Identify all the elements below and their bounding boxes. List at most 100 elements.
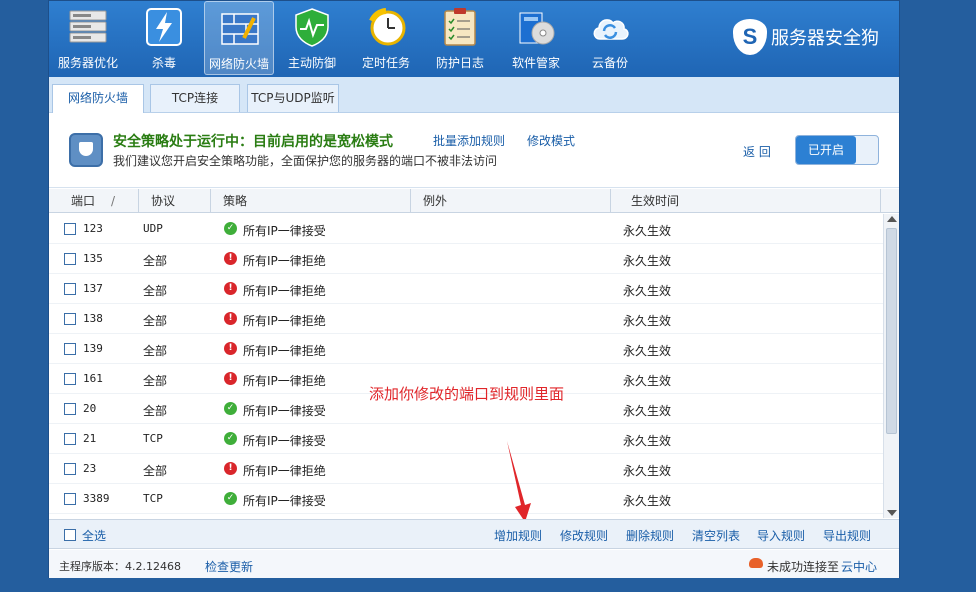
table-row[interactable]: 139 全部! 所有IP一律拒绝 永久生效 bbox=[49, 334, 883, 364]
active-defense-icon bbox=[295, 8, 329, 47]
toolbar-cloud-backup[interactable]: 云备份 bbox=[575, 1, 645, 75]
firewall-toggle[interactable]: 已开启 bbox=[795, 135, 879, 165]
row-checkbox[interactable] bbox=[64, 493, 76, 505]
row-policy: 所有IP一律拒绝 bbox=[243, 314, 326, 328]
toolbar-antivirus[interactable]: 杀毒 bbox=[129, 1, 199, 75]
row-checkbox[interactable] bbox=[64, 463, 76, 475]
tab-firewall[interactable]: 网络防火墙 bbox=[52, 84, 144, 113]
row-protocol: 全部 bbox=[143, 344, 168, 358]
row-protocol: TCP bbox=[143, 432, 163, 445]
row-protocol: 全部 bbox=[143, 254, 168, 268]
connection-status: 未成功连接至 bbox=[767, 560, 840, 574]
deny-alert-icon: ! bbox=[224, 342, 237, 355]
batch-add-rules-link[interactable]: 批量添加规则 bbox=[433, 132, 505, 149]
deny-alert-icon: ! bbox=[224, 462, 237, 475]
export-rules-button[interactable]: 导出规则 bbox=[823, 527, 871, 544]
check-update-link[interactable]: 检查更新 bbox=[205, 558, 253, 575]
row-checkbox[interactable] bbox=[64, 283, 76, 295]
row-checkbox[interactable] bbox=[64, 403, 76, 415]
clear-list-button[interactable]: 清空列表 bbox=[692, 527, 740, 544]
policy-status-desc: 我们建议您开启安全策略功能，全面保护您的服务器的端口不被非法访问 bbox=[113, 154, 498, 168]
scroll-thumb[interactable] bbox=[886, 228, 897, 434]
toggle-on-label: 已开启 bbox=[796, 136, 856, 164]
select-all-label[interactable]: 全选 bbox=[82, 527, 106, 544]
row-port: 138 bbox=[83, 312, 103, 325]
row-effective-time: 永久生效 bbox=[623, 404, 672, 418]
server-optimize-icon bbox=[69, 10, 107, 43]
row-checkbox[interactable] bbox=[64, 253, 76, 265]
tab-bar: 网络防火墙 TCP连接 TCP与UDP监听 bbox=[49, 77, 899, 113]
toolbar-server-optimize[interactable]: 服务器优化 bbox=[53, 1, 123, 75]
toolbar-firewall[interactable]: 网络防火墙 bbox=[204, 1, 274, 75]
add-rule-button[interactable]: 增加规则 bbox=[494, 527, 542, 544]
table-row[interactable]: 123 UDP ✓ 所有IP一律接受 永久生效 bbox=[49, 214, 883, 244]
row-port: 139 bbox=[83, 342, 103, 355]
safedog-logo-icon: S bbox=[733, 19, 767, 55]
col-port[interactable]: 端口 / bbox=[49, 189, 139, 213]
policy-status-title: 安全策略处于运行中：目前启用的是宽松模式 bbox=[113, 134, 393, 150]
row-effective-time: 永久生效 bbox=[623, 434, 672, 448]
row-policy: 所有IP一律拒绝 bbox=[243, 464, 326, 478]
row-checkbox[interactable] bbox=[64, 343, 76, 355]
toolbar-scheduled-task[interactable]: 定时任务 bbox=[351, 1, 421, 75]
brand-logo: S 服务器安全狗 bbox=[733, 19, 893, 55]
policy-status-panel: 安全策略处于运行中：目前启用的是宽松模式 我们建议您开启安全策略功能，全面保护您… bbox=[49, 113, 899, 188]
tab-tcp-connections[interactable]: TCP连接 bbox=[150, 84, 240, 112]
row-policy: 所有IP一律接受 bbox=[243, 434, 326, 448]
edit-rule-button[interactable]: 修改规则 bbox=[560, 527, 608, 544]
select-all-checkbox[interactable] bbox=[64, 529, 76, 541]
row-port: 23 bbox=[83, 462, 97, 475]
table-row[interactable]: 138 全部! 所有IP一律拒绝 永久生效 bbox=[49, 304, 883, 334]
row-port: 135 bbox=[83, 252, 103, 265]
toolbar-protection-log[interactable]: 防护日志 bbox=[425, 1, 495, 75]
row-checkbox[interactable] bbox=[64, 313, 76, 325]
col-effective-time[interactable]: 生效时间 bbox=[611, 189, 881, 213]
row-effective-time: 永久生效 bbox=[623, 494, 672, 508]
import-rules-button[interactable]: 导入规则 bbox=[757, 527, 805, 544]
vertical-scrollbar[interactable] bbox=[883, 214, 899, 518]
row-policy: 所有IP一律接受 bbox=[243, 404, 326, 418]
table-row[interactable]: 3389 TCP ✓ 所有IP一律接受 永久生效 bbox=[49, 484, 883, 514]
software-manager-icon bbox=[519, 12, 555, 45]
row-port: 161 bbox=[83, 372, 103, 385]
tab-tcp-udp-listen[interactable]: TCP与UDP监听 bbox=[247, 84, 339, 112]
col-policy[interactable]: 策略 bbox=[211, 189, 411, 213]
scroll-down-icon[interactable] bbox=[887, 510, 897, 516]
sort-indicator: / bbox=[111, 194, 116, 208]
row-effective-time: 永久生效 bbox=[623, 284, 672, 298]
table-row[interactable]: 23 全部! 所有IP一律拒绝 永久生效 bbox=[49, 454, 883, 484]
delete-rule-button[interactable]: 删除规则 bbox=[626, 527, 674, 544]
scroll-up-icon[interactable] bbox=[887, 216, 897, 222]
row-protocol: 全部 bbox=[143, 314, 168, 328]
edit-mode-link[interactable]: 修改模式 bbox=[527, 132, 575, 149]
row-checkbox[interactable] bbox=[64, 223, 76, 235]
back-link[interactable]: 返 回 bbox=[743, 143, 771, 160]
main-toolbar: 服务器优化 杀毒 网络防火墙 主动防御 定时任务 防护日志 软件管家 云备份 S… bbox=[49, 1, 899, 77]
col-protocol[interactable]: 协议 bbox=[139, 189, 211, 213]
table-row[interactable]: 135 全部! 所有IP一律拒绝 永久生效 bbox=[49, 244, 883, 274]
table-row[interactable]: 21 TCP ✓ 所有IP一律接受 永久生效 bbox=[49, 424, 883, 454]
annotation-arrow-icon bbox=[507, 441, 531, 522]
row-protocol: 全部 bbox=[143, 284, 168, 298]
table-row[interactable]: 137 全部! 所有IP一律拒绝 永久生效 bbox=[49, 274, 883, 304]
row-port: 123 bbox=[83, 222, 103, 235]
toolbar-active-defense[interactable]: 主动防御 bbox=[277, 1, 347, 75]
row-effective-time: 永久生效 bbox=[623, 344, 672, 358]
accept-check-icon: ✓ bbox=[224, 492, 237, 505]
row-port: 3389 bbox=[83, 492, 110, 505]
row-protocol: 全部 bbox=[143, 404, 168, 418]
log-icon bbox=[444, 8, 476, 46]
table-body: 123 UDP ✓ 所有IP一律接受 永久生效 135 全部! 所有IP一律拒绝 永久生效 137… bbox=[49, 214, 883, 518]
row-checkbox[interactable] bbox=[64, 433, 76, 445]
toolbar-software-manager[interactable]: 软件管家 bbox=[501, 1, 571, 75]
app-window: 服务器优化 杀毒 网络防火墙 主动防御 定时任务 防护日志 软件管家 云备份 S… bbox=[48, 0, 900, 578]
row-checkbox[interactable] bbox=[64, 373, 76, 385]
row-policy: 所有IP一律拒绝 bbox=[243, 254, 326, 268]
deny-alert-icon: ! bbox=[224, 312, 237, 325]
row-protocol: 全部 bbox=[143, 374, 168, 388]
annotation-text: 添加你修改的端口到规则里面 bbox=[369, 385, 565, 403]
row-protocol: UDP bbox=[143, 222, 163, 235]
cloud-center-link[interactable]: 云中心 bbox=[841, 558, 877, 575]
version-label: 主程序版本：4.2.12468 bbox=[59, 560, 181, 573]
col-exception[interactable]: 例外 bbox=[411, 189, 611, 213]
